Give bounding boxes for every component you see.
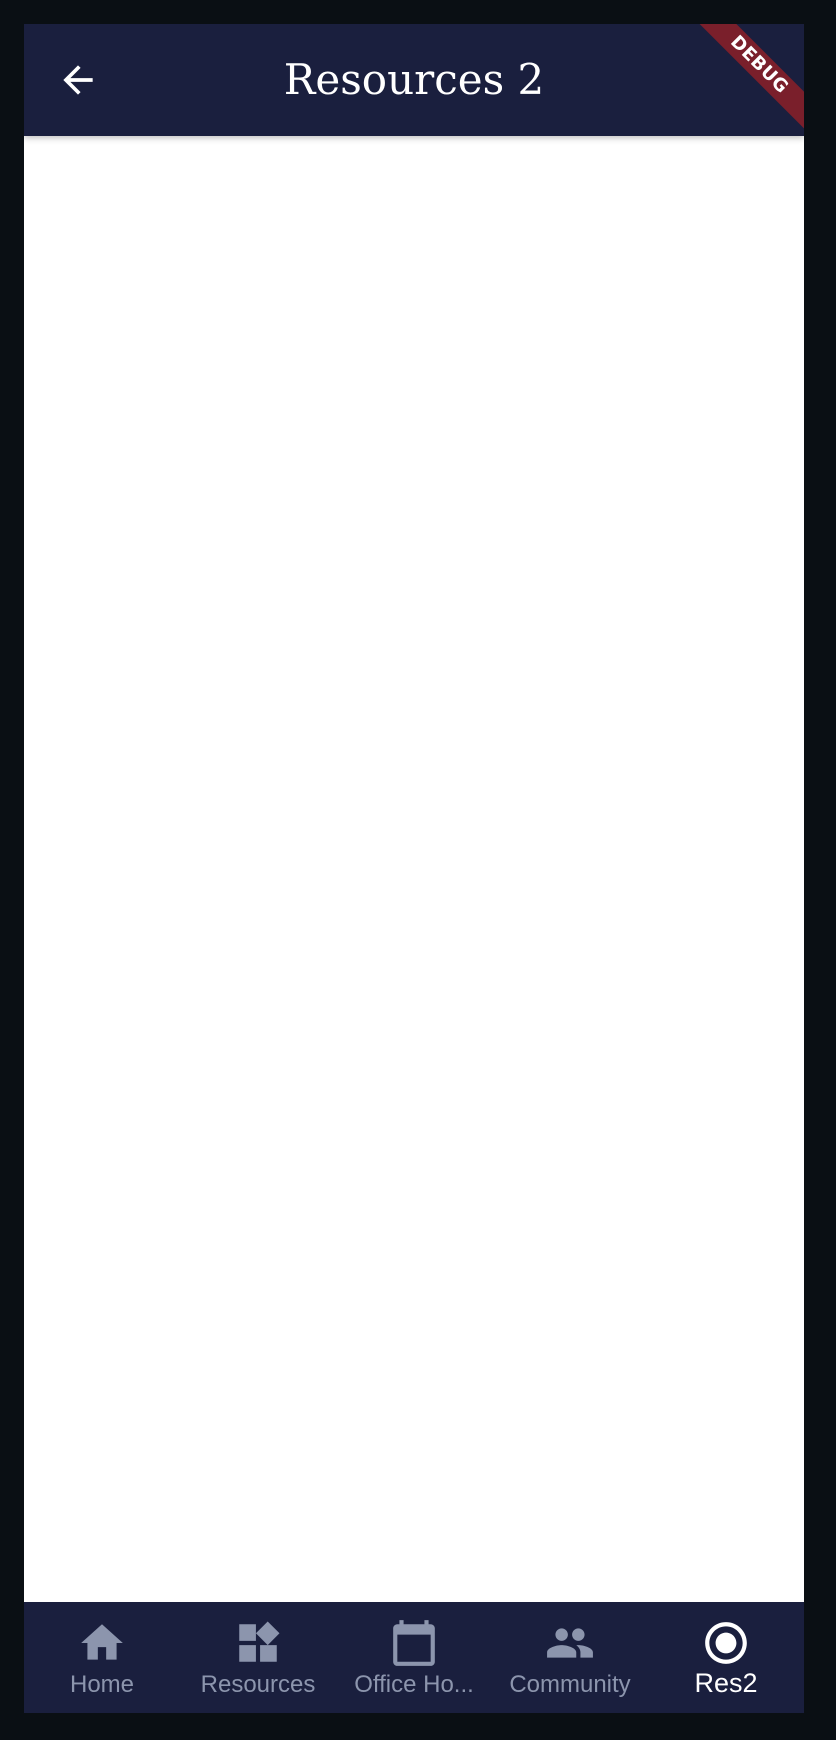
nav-label-office-hours: Office Ho...: [354, 1671, 474, 1698]
nav-item-res2[interactable]: Res2: [648, 1602, 804, 1713]
app-bar: Resources 2 DEBUG: [24, 24, 804, 136]
calendar-icon: [389, 1618, 439, 1668]
nav-item-community[interactable]: Community: [492, 1602, 648, 1713]
nav-item-office-hours[interactable]: Office Ho...: [336, 1602, 492, 1713]
widgets-icon: [233, 1618, 283, 1668]
nav-item-resources[interactable]: Resources: [180, 1602, 336, 1713]
main-content: [24, 136, 804, 1602]
people-icon: [545, 1618, 595, 1668]
nav-label-community: Community: [509, 1671, 631, 1698]
page-title: Resources 2: [283, 55, 545, 104]
nav-label-res2: Res2: [694, 1668, 758, 1698]
bottom-navigation: Home Resources Office Ho... Community Re…: [24, 1602, 804, 1713]
nav-item-home[interactable]: Home: [24, 1602, 180, 1713]
home-icon: [77, 1618, 127, 1668]
app-screen: Resources 2 DEBUG Home Resources Office …: [24, 24, 804, 1713]
nav-label-resources: Resources: [200, 1671, 316, 1698]
radio-button-icon: [701, 1618, 751, 1668]
nav-label-home: Home: [69, 1671, 135, 1698]
